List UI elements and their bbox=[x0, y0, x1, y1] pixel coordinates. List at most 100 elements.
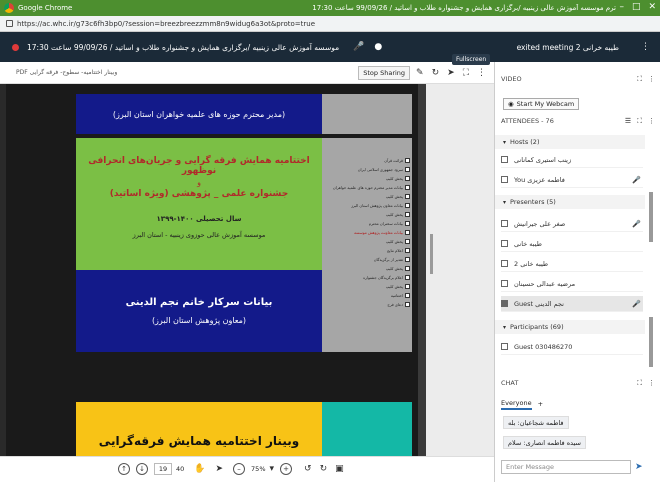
video-pod-header: VIDEO ⛶ ⋮ bbox=[495, 72, 660, 86]
agenda-item-current: بیانات معاونت پژوهش موسسه bbox=[330, 228, 410, 237]
attendee-row[interactable]: مرضیه عبدالی حسینان bbox=[501, 276, 643, 292]
agenda-item: سرود جمهوری اسلامی ایران bbox=[330, 165, 410, 174]
slide-title-line2: جشنواره علمی _ پژوهشی (ویژه اساتید) bbox=[109, 189, 289, 199]
chat-header-label: CHAT bbox=[501, 379, 519, 387]
chat-message-input[interactable]: Enter Message bbox=[501, 460, 631, 474]
close-icon[interactable]: ✕ bbox=[648, 2, 656, 12]
user-icon bbox=[501, 220, 508, 227]
send-message-icon[interactable]: ➤ bbox=[635, 462, 643, 472]
stop-sharing-button[interactable]: Stop Sharing bbox=[358, 65, 411, 80]
document-scrollbar[interactable] bbox=[430, 234, 433, 274]
attendee-row-selected[interactable]: نجم الدینی Guest 🎤 bbox=[501, 296, 643, 312]
pointer-icon[interactable]: ➤ bbox=[447, 68, 455, 78]
draw-tool-icon[interactable]: ✎ bbox=[416, 68, 424, 78]
fullscreen-icon[interactable]: ⛶ bbox=[463, 68, 469, 78]
agenda-item: پخش کلیپ bbox=[330, 192, 410, 201]
agenda-item: دعای فرج bbox=[330, 300, 410, 309]
agenda-item: پخش کلیپ bbox=[330, 237, 410, 246]
attendee-row[interactable]: فاطمه عزیزی You 🎤 bbox=[501, 172, 643, 188]
address-bar[interactable]: https://ac.whc.ir/g73c6fh3bp0/?session=b… bbox=[0, 16, 660, 32]
page-number-input[interactable]: 19 bbox=[154, 462, 172, 475]
fit-page-icon[interactable]: ▣ bbox=[335, 464, 344, 474]
microphone-icon: 🎤 bbox=[632, 175, 641, 184]
rotate-left-icon[interactable]: ↺ bbox=[304, 464, 312, 474]
rotate-right-icon[interactable]: ↻ bbox=[320, 464, 328, 474]
zoom-in-icon[interactable]: + bbox=[280, 462, 293, 475]
url-text[interactable]: https://ac.whc.ir/g73c6fh3bp0/?session=b… bbox=[17, 20, 315, 28]
menu-icon[interactable]: ⋮ bbox=[641, 42, 650, 52]
document-side-area bbox=[426, 84, 494, 456]
more-options-icon[interactable]: ⋮ bbox=[648, 117, 655, 125]
add-chat-tab-button[interactable]: + bbox=[538, 400, 543, 408]
slide-speaker-role: (معاون پژوهش استان البرز) bbox=[151, 316, 247, 325]
more-options-icon[interactable]: ⋮ bbox=[648, 75, 655, 83]
exited-meeting-notice: طیبه خرانی 2 exited meeting bbox=[516, 42, 619, 52]
attendee-row[interactable]: صغر علی جیرانیش 🎤 bbox=[501, 216, 643, 232]
user-icon bbox=[501, 260, 508, 267]
slide-page-18: (مدیر محترم حوزه های علمیه خواهران استان… bbox=[76, 94, 412, 134]
window-controls: – □ ✕ bbox=[619, 2, 656, 12]
sync-icon[interactable]: ↻ bbox=[432, 68, 440, 78]
fullscreen-tooltip: Fullscreen bbox=[452, 54, 491, 65]
pointer-tool-icon[interactable]: ➤ bbox=[216, 464, 224, 474]
document-viewer[interactable]: (مدیر محترم حوزه های علمیه خواهران استان… bbox=[0, 84, 494, 456]
slide-page-19: اختتامیه همایش فرقه گرایی و جریان‌های ان… bbox=[76, 138, 412, 352]
user-icon bbox=[501, 280, 508, 287]
user-icon bbox=[501, 240, 508, 247]
attendees-scrollbar[interactable] bbox=[649, 317, 653, 367]
slide-institute: موسسه آموزش عالی حوزوی زینبیه - استان ال… bbox=[132, 231, 266, 239]
previous-page-icon[interactable]: ↑ bbox=[118, 462, 130, 475]
start-webcam-button[interactable]: ◉ Start My Webcam bbox=[503, 98, 580, 110]
meeting-top-bar: موسسه آموزش عالی زینبیه /برگزاری همایش و… bbox=[0, 32, 660, 62]
more-options-icon[interactable]: ⋮ bbox=[648, 379, 655, 387]
agenda-item: بیانات سخنران محترم bbox=[330, 219, 410, 228]
microphone-icon[interactable]: 🎤 bbox=[353, 42, 364, 52]
document-scroll-track[interactable] bbox=[418, 84, 426, 456]
slide-page-20: وبینار اختتامیه همایش فرقه‌گرایی bbox=[76, 402, 412, 456]
next-page-icon[interactable]: ↓ bbox=[136, 462, 148, 475]
attendee-row[interactable]: 030486270 Guest bbox=[501, 339, 643, 355]
fullscreen-icon[interactable]: ⛶ bbox=[637, 75, 642, 84]
webcam-icon: ◉ bbox=[508, 100, 514, 108]
presenters-group[interactable]: ▾ Presenters (5) bbox=[495, 195, 645, 209]
attendee-row[interactable]: زینب استیری کمانانی bbox=[501, 152, 643, 168]
minimize-icon[interactable]: – bbox=[619, 2, 624, 12]
zoom-level[interactable]: 75% bbox=[251, 465, 265, 473]
chevron-down-icon: ▾ bbox=[503, 198, 507, 206]
list-view-icon[interactable]: ☰ bbox=[625, 117, 631, 125]
agenda-item: پخش کلیپ bbox=[330, 282, 410, 291]
chevron-down-icon: ▾ bbox=[503, 138, 507, 146]
microphone-icon: 🎤 bbox=[632, 219, 641, 228]
chat-tabs: Everyone + bbox=[501, 397, 543, 411]
attendee-row[interactable]: طیبه خانی bbox=[501, 236, 643, 252]
tab-everyone[interactable]: Everyone bbox=[501, 399, 532, 410]
slide-c-banner: وبینار اختتامیه همایش فرقه‌گرایی bbox=[76, 402, 322, 456]
fullscreen-icon[interactable]: ⛶ bbox=[637, 117, 642, 126]
zoom-dropdown-icon[interactable]: ▾ bbox=[270, 464, 275, 474]
attendee-row[interactable]: طیبه خانی 2 bbox=[501, 256, 643, 272]
agenda-item: تقدیر از برگزیدگان bbox=[330, 255, 410, 264]
maximize-icon[interactable]: □ bbox=[632, 2, 641, 12]
user-icon bbox=[501, 343, 508, 350]
fullscreen-icon[interactable]: ⛶ bbox=[637, 379, 642, 388]
hosts-group[interactable]: ▾ Hosts (2) bbox=[495, 135, 645, 149]
hand-tool-icon[interactable]: ✋ bbox=[194, 464, 205, 474]
agenda-panel: قرائت قرآن سرود جمهوری اسلامی ایران پخش … bbox=[322, 138, 412, 352]
zoom-out-icon[interactable]: – bbox=[233, 462, 246, 475]
slide-speaker: بیانات سرکار خانم نجم الدینی bbox=[125, 297, 273, 308]
share-pod-bar: PDF وبینار اختتامیه- سطوح- فرقه گرایی St… bbox=[0, 62, 494, 84]
lock-icon bbox=[6, 20, 13, 27]
chat-message: فاطمه شجاعیان: بله bbox=[503, 416, 569, 429]
chat-message: سیده فاطمه انصاری: سلام bbox=[503, 436, 586, 449]
user-icon bbox=[501, 300, 508, 307]
agenda-item: بیانات مدیر محترم حوزه های علمیه خواهران bbox=[330, 183, 410, 192]
participants-group[interactable]: ▾ Participants (69) bbox=[495, 320, 645, 334]
chrome-logo-icon bbox=[4, 3, 14, 13]
more-options-icon[interactable]: ⋮ bbox=[477, 68, 486, 78]
chat-pod-header: CHAT ⛶ ⋮ bbox=[495, 376, 660, 390]
attendees-scrollbar[interactable] bbox=[649, 192, 653, 242]
agenda-item: پخش کلیپ bbox=[330, 174, 410, 183]
slide-speaker-panel: بیانات سرکار خانم نجم الدینی (معاون پژوه… bbox=[76, 270, 322, 352]
agenda-item: بیانات معاون پژوهش استان البرز bbox=[330, 201, 410, 210]
attendees-icon[interactable]: ● bbox=[374, 42, 382, 52]
